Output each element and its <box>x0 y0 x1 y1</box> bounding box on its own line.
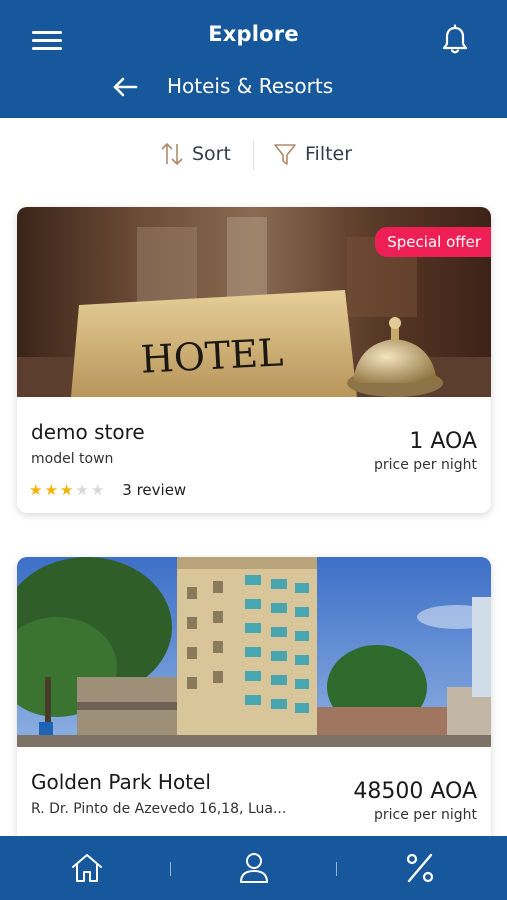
nav-home-button[interactable] <box>69 850 105 886</box>
hotel-card[interactable]: HOTEL Special offer demo store model tow… <box>17 207 491 513</box>
star-icon: ★ <box>44 481 58 499</box>
toolbar-divider <box>253 140 254 170</box>
hotel-price: 1 AOA <box>409 429 477 454</box>
review-count: 3 review <box>122 481 187 499</box>
star-icon: ★ <box>90 481 105 499</box>
hotel-price: 48500 AOA <box>353 779 477 804</box>
nav-separator <box>170 862 171 876</box>
star-rating: ★ ★ ★ ★ ★ 3 review <box>29 481 186 499</box>
price-per-night-label: price per night <box>373 457 477 473</box>
star-icon: ★ <box>59 481 74 499</box>
percent-icon <box>406 853 434 883</box>
notifications-button[interactable] <box>440 24 470 56</box>
filter-button[interactable]: Filter <box>273 138 352 170</box>
nav-offers-button[interactable] <box>402 850 438 886</box>
star-icon: ★ <box>29 481 43 499</box>
page-title: Hoteis & Resorts <box>167 74 334 98</box>
hotel-address: R. Dr. Pinto de Azevedo 16,18, Lua... <box>31 801 287 817</box>
hotel-name: demo store <box>31 420 145 444</box>
star-icon: ★ <box>75 481 89 499</box>
hotel-sign-text: HOTEL <box>140 330 285 381</box>
hotel-name: Golden Park Hotel <box>31 770 211 794</box>
arrow-left-icon <box>113 77 138 97</box>
hotel-address: model town <box>31 451 114 467</box>
hotel-card[interactable]: Golden Park Hotel R. Dr. Pinto de Azeved… <box>17 557 491 857</box>
filter-label: Filter <box>305 143 353 165</box>
app-header: Explore Hoteis & Resorts <box>0 0 507 118</box>
bell-icon <box>442 24 468 54</box>
nav-profile-button[interactable] <box>236 850 272 886</box>
nav-separator <box>336 862 337 876</box>
home-icon <box>72 854 102 882</box>
back-button[interactable] <box>110 72 140 102</box>
sort-filter-bar: Sort Filter <box>0 128 507 180</box>
sort-label: Sort <box>192 143 231 165</box>
price-per-night-label: price per night <box>373 807 477 823</box>
app-title: Explore <box>208 22 299 46</box>
special-offer-badge: Special offer <box>375 227 491 257</box>
sort-button[interactable]: Sort <box>160 138 231 170</box>
bottom-navigation <box>0 836 507 900</box>
sort-arrows-icon <box>161 143 183 165</box>
hotel-image <box>17 557 491 747</box>
funnel-icon <box>274 144 296 165</box>
user-icon <box>240 853 268 883</box>
